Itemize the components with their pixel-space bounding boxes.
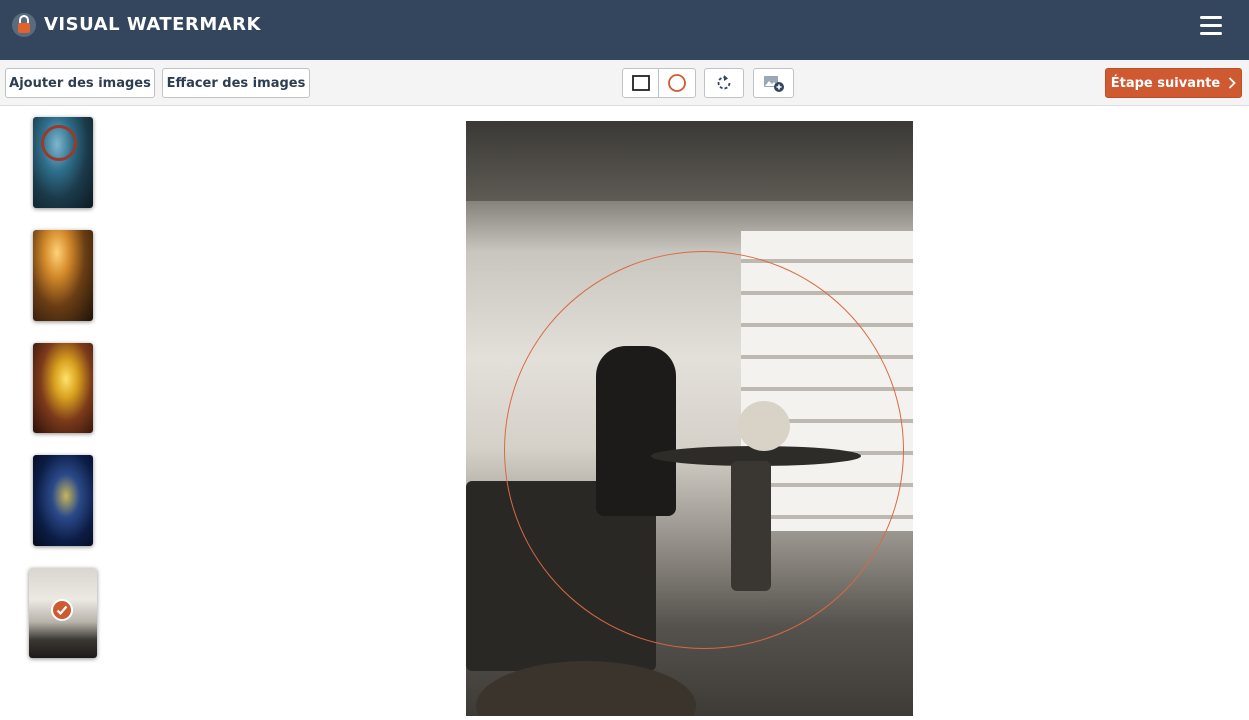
square-icon <box>631 75 650 91</box>
selected-check-icon <box>51 599 73 621</box>
hamburger-menu-icon[interactable] <box>1196 13 1226 39</box>
app-title: VISUAL WATERMARK <box>44 14 261 35</box>
toolbar: Ajouter des images Effacer des images Ét… <box>0 60 1249 106</box>
thumbnail-image-1[interactable] <box>33 117 93 208</box>
add-images-button[interactable]: Ajouter des images <box>5 68 155 98</box>
thumbnail-image-4[interactable] <box>33 455 93 546</box>
circle-icon <box>668 74 686 92</box>
add-image-button[interactable] <box>753 68 794 98</box>
chevron-right-icon <box>1229 77 1237 89</box>
thumbnail-image-3[interactable] <box>33 343 93 433</box>
next-step-button[interactable]: Étape suivante <box>1105 68 1242 98</box>
thumbnail-image-5[interactable] <box>29 568 97 658</box>
lock-logo-icon <box>12 13 36 37</box>
image-add-icon <box>763 76 784 92</box>
clear-images-button[interactable]: Effacer des images <box>162 68 310 98</box>
next-step-label: Étape suivante <box>1110 75 1221 91</box>
rotate-button[interactable] <box>704 68 744 98</box>
app-header: VISUAL WATERMARK <box>0 0 1249 60</box>
circle-crop-selection[interactable] <box>504 251 904 649</box>
thumbnail-image-2[interactable] <box>33 230 93 321</box>
rectangle-crop-button[interactable] <box>622 68 659 98</box>
rotate-icon <box>717 75 731 90</box>
circle-crop-button[interactable] <box>658 68 696 98</box>
